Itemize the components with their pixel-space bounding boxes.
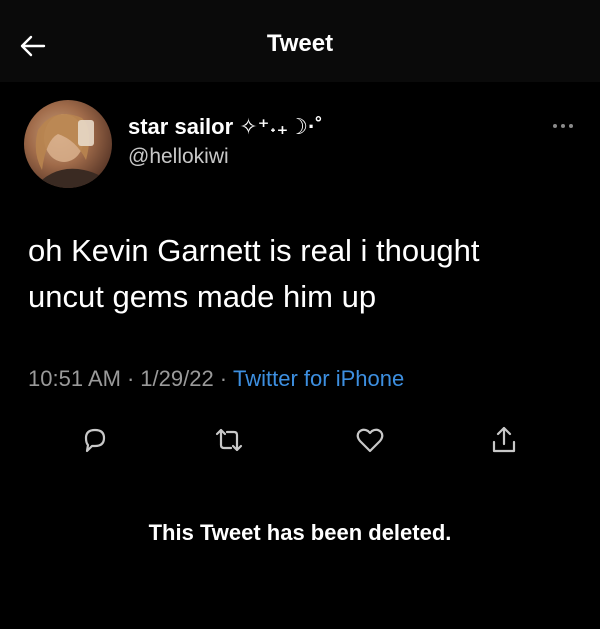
share-button[interactable] — [484, 420, 524, 460]
share-icon — [492, 426, 516, 453]
meta-separator: · — [126, 366, 135, 391]
tweet-text-line: uncut gems made him up — [28, 279, 377, 314]
page-title: Tweet — [266, 30, 334, 57]
tweet-source-link[interactable]: Twitter for iPhone — [233, 366, 404, 391]
heart-icon — [356, 428, 384, 453]
tweet-time: 10:51 AM — [28, 366, 121, 391]
more-options-button[interactable] — [548, 116, 578, 136]
reply-button[interactable] — [75, 420, 115, 460]
tweet-text-line: oh Kevin Garnett is real i thought — [28, 233, 480, 268]
retweet-icon — [215, 428, 243, 452]
meta-separator: · — [219, 366, 228, 391]
author-display-name[interactable]: star sailor ✧⁺˖₊☽·˚ — [128, 114, 323, 140]
deleted-notice: This Tweet has been deleted. — [148, 520, 452, 545]
top-bar: Tweet — [0, 0, 600, 82]
avatar-photo-icon — [34, 114, 112, 188]
avatar[interactable] — [24, 100, 112, 188]
tweet-metadata: 10:51 AM · 1/29/22 · Twitter for iPhone — [28, 366, 404, 392]
tweet-text: oh Kevin Garnett is real i thought uncut… — [28, 228, 576, 320]
more-dots-icon — [553, 124, 573, 128]
like-button[interactable] — [350, 420, 390, 460]
retweet-button[interactable] — [209, 420, 249, 460]
author-handle[interactable]: @hellokiwi — [128, 145, 229, 169]
tweet-date: 1/29/22 — [140, 366, 214, 391]
reply-icon — [84, 428, 106, 453]
